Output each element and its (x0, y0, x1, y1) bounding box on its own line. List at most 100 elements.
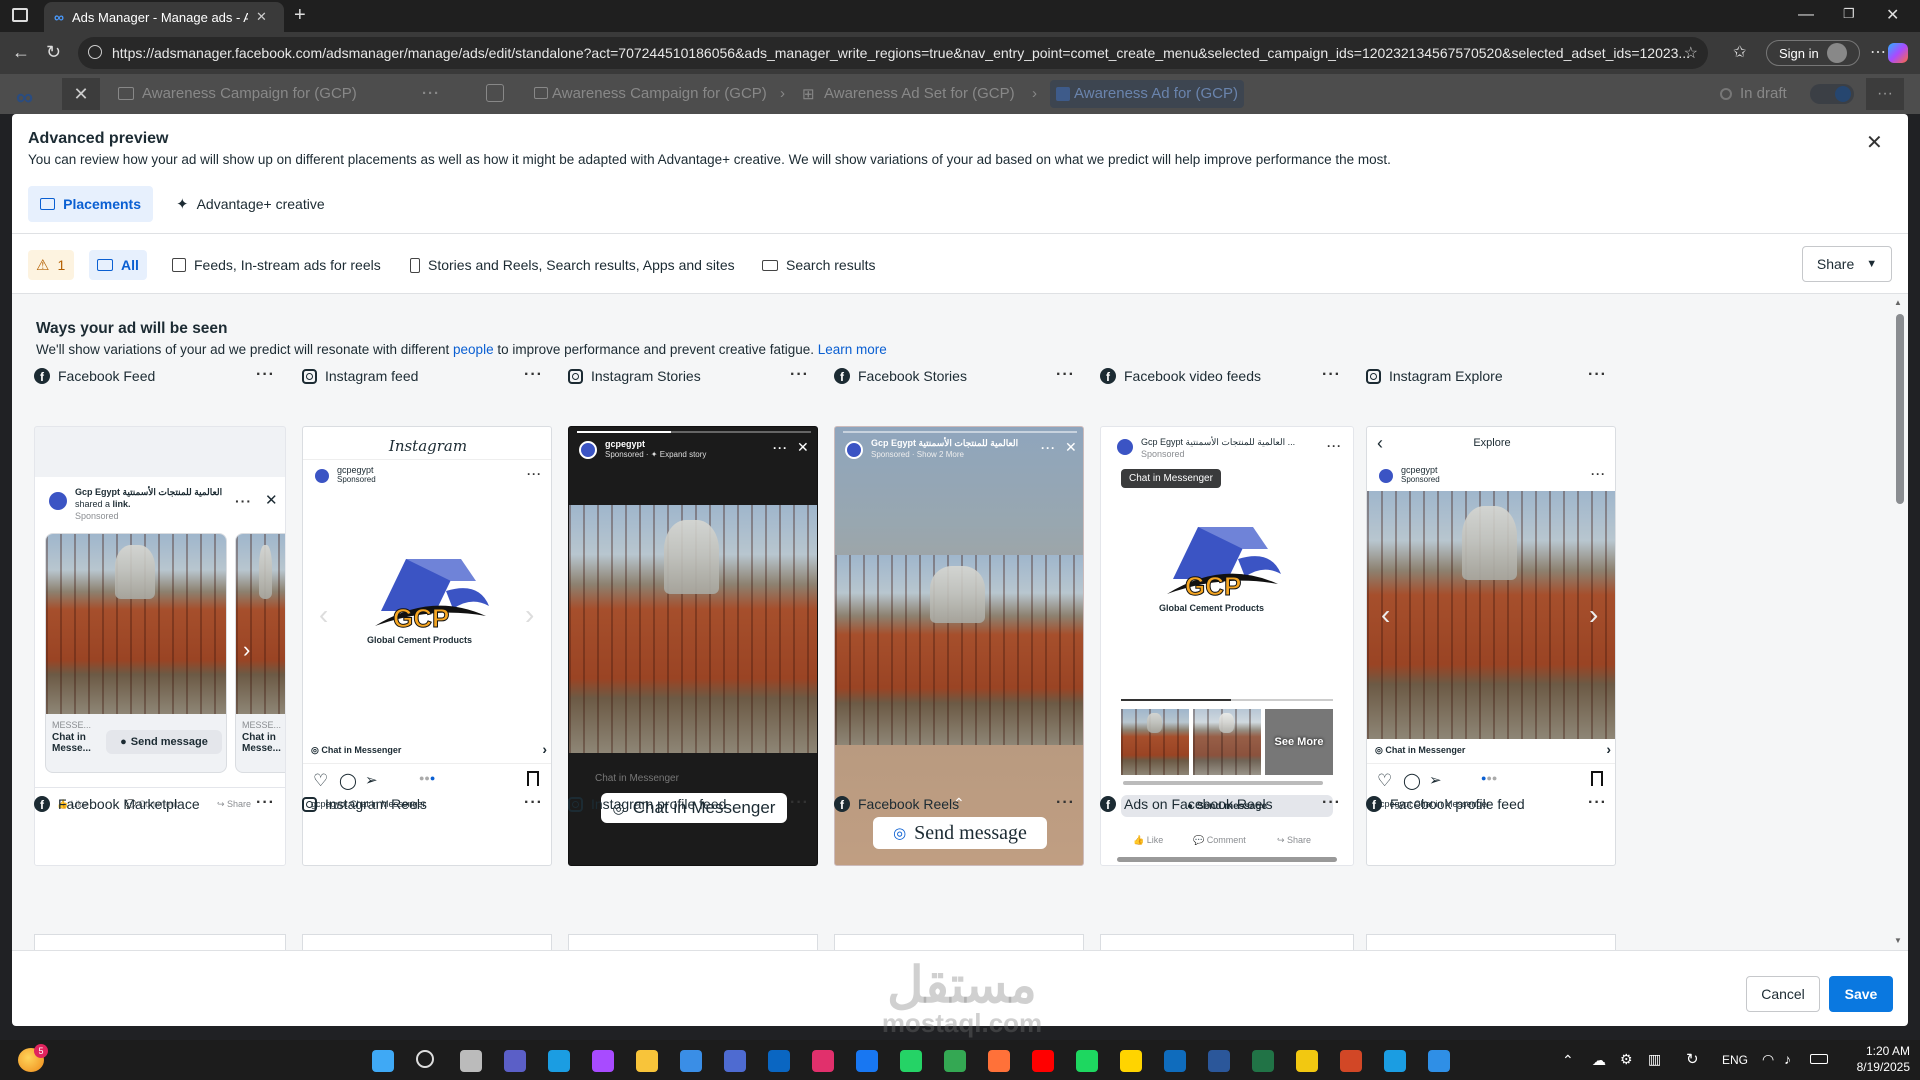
breadcrumb-ad[interactable]: Awareness Ad for (GCP) (1074, 85, 1238, 102)
close-window-icon[interactable]: ✕ (1886, 5, 1899, 25)
comment-icon[interactable]: ◯ (1403, 771, 1421, 791)
carousel-card-1[interactable]: MESSE... Chat in Messe... ● Send message (45, 533, 227, 773)
filter-all[interactable]: All (89, 250, 147, 280)
copilot-icon[interactable] (592, 1050, 614, 1072)
carousel-prev-icon[interactable]: ‹ (319, 599, 328, 631)
vertical-scrollbar-down-icon[interactable]: ▼ (1894, 936, 1902, 945)
excel-icon[interactable] (1252, 1050, 1274, 1072)
post-more-icon[interactable]: ··· (235, 493, 252, 509)
favorite-star-icon[interactable]: ☆ (1684, 43, 1698, 63)
carousel-next-icon[interactable]: › (1589, 599, 1598, 631)
send-message-button[interactable]: ◎ Send message (873, 817, 1047, 849)
battery-icon[interactable] (1810, 1054, 1828, 1064)
send-icon[interactable]: ➢ (365, 771, 378, 789)
tab-advantage-creative[interactable]: ✦ Advantage+ creative (164, 186, 337, 222)
cta-row[interactable]: ◎ Chat in Messenger › (311, 741, 547, 757)
store-icon[interactable] (680, 1050, 702, 1072)
like-heart-icon[interactable]: ♡ (1377, 771, 1392, 791)
site-info-icon[interactable] (88, 45, 102, 59)
sidebar-toggle-icon[interactable] (12, 8, 28, 22)
learn-more-link[interactable]: Learn more (818, 342, 887, 357)
bookmark-icon[interactable] (1591, 771, 1603, 786)
language-indicator[interactable]: ENG (1722, 1053, 1748, 1067)
facebook-app-icon[interactable] (856, 1050, 878, 1072)
paint-icon[interactable] (1428, 1050, 1450, 1072)
comment-icon[interactable]: ◯ (339, 771, 357, 791)
tab-close-icon[interactable]: ✕ (256, 9, 267, 25)
whatsapp-icon[interactable] (900, 1050, 922, 1072)
minimize-icon[interactable]: — (1798, 6, 1814, 24)
modal-close-icon[interactable]: ✕ (1866, 130, 1883, 155)
close-editor-button[interactable]: ✕ (62, 78, 100, 110)
sync-icon[interactable]: ↻ (1686, 1050, 1699, 1068)
card-top-facebook-profile-feed[interactable] (1366, 934, 1616, 950)
browser-tab-active[interactable]: ∞ Ads Manager - Manage ads - Ads ✕ (44, 2, 284, 32)
filter-stories-reels[interactable]: Stories and Reels, Search results, Apps … (402, 250, 743, 280)
share-action[interactable]: ↪ Share (1277, 835, 1311, 846)
toggle-switch[interactable] (1810, 84, 1854, 104)
placement-more-icon[interactable]: ··· (1056, 366, 1075, 384)
url-field[interactable]: https://adsmanager.facebook.com/adsmanag… (78, 37, 1708, 69)
send-message-button[interactable]: ● Send message (106, 730, 222, 754)
placement-more-icon[interactable]: ··· (524, 794, 543, 812)
like-heart-icon[interactable]: ♡ (313, 771, 328, 791)
people-link[interactable]: people (453, 342, 494, 357)
campaign-more-icon[interactable]: ··· (422, 85, 440, 102)
card-top-instagram-reels[interactable] (302, 934, 552, 950)
placement-more-icon[interactable]: ··· (1056, 794, 1075, 812)
favorites-icon[interactable]: ✩ (1733, 42, 1746, 62)
horizontal-scrollbar[interactable] (1117, 857, 1337, 862)
back-icon[interactable]: ← (12, 42, 30, 63)
cta-row[interactable]: ◎ Chat in Messenger › (1375, 741, 1611, 757)
placement-more-icon[interactable]: ··· (1588, 794, 1607, 812)
filter-search-results[interactable]: Search results (754, 250, 883, 280)
comment-action[interactable]: 💬 Comment (1193, 835, 1246, 846)
share-dropdown-button[interactable]: Share ▼ (1802, 246, 1892, 282)
story-more-icon[interactable]: ··· (773, 441, 788, 455)
word-icon[interactable] (1208, 1050, 1230, 1072)
sticky-notes-icon[interactable] (1120, 1050, 1142, 1072)
like-action[interactable]: 👍 Like (1133, 835, 1163, 846)
post-more-icon[interactable]: ··· (1591, 467, 1606, 481)
placement-more-icon[interactable]: ··· (790, 366, 809, 384)
placement-more-icon[interactable]: ··· (256, 794, 275, 812)
card-top-instagram-profile-feed[interactable] (568, 934, 818, 950)
instagram-app-icon[interactable] (812, 1050, 834, 1072)
send-icon[interactable]: ➢ (1429, 771, 1442, 789)
warning-badge[interactable]: ⚠ 1 (28, 250, 74, 280)
restore-icon[interactable]: ❐ (1843, 6, 1855, 22)
carousel-next-icon[interactable]: › (243, 637, 250, 663)
see-more-thumbnail[interactable]: See More (1265, 709, 1333, 775)
settings-icon[interactable]: ⚙ (1620, 1051, 1633, 1068)
powerpoint-icon[interactable] (1340, 1050, 1362, 1072)
onedrive-icon[interactable]: ☁ (1592, 1052, 1606, 1069)
search-icon[interactable] (416, 1050, 434, 1068)
breadcrumb-adset[interactable]: Awareness Ad Set for (GCP) (824, 85, 1015, 102)
clock-time[interactable]: 1:20 AM (1848, 1044, 1910, 1058)
save-button[interactable]: Save (1829, 976, 1893, 1012)
edge-icon[interactable] (548, 1050, 570, 1072)
cancel-button[interactable]: Cancel (1746, 976, 1820, 1012)
post-more-icon[interactable]: ··· (1327, 439, 1342, 453)
thumbnail-1[interactable] (1121, 709, 1189, 775)
story-close-icon[interactable]: ✕ (797, 439, 809, 456)
vertical-scrollbar-up-icon[interactable]: ▲ (1894, 298, 1902, 307)
campaign-tab-label[interactable]: Awareness Campaign for (GCP) (142, 85, 357, 102)
bookmark-icon[interactable] (527, 771, 539, 786)
mail-icon[interactable] (724, 1050, 746, 1072)
chrome-icon[interactable] (944, 1050, 966, 1072)
sign-in-button[interactable]: Sign in (1766, 40, 1860, 66)
placement-more-icon[interactable]: ··· (1322, 366, 1341, 384)
panel-toggle-icon[interactable] (486, 84, 504, 102)
post-more-icon[interactable]: ··· (527, 467, 542, 481)
story-close-icon[interactable]: ✕ (1065, 439, 1077, 456)
tab-placements[interactable]: Placements (28, 186, 153, 222)
filter-feeds[interactable]: Feeds, In-stream ads for reels (164, 250, 389, 280)
youtube-icon[interactable] (1032, 1050, 1054, 1072)
placement-more-icon[interactable]: ··· (524, 366, 543, 384)
chart-icon[interactable]: ▥ (1648, 1051, 1661, 1068)
outlook-icon[interactable] (1164, 1050, 1186, 1072)
firefox-icon[interactable] (988, 1050, 1010, 1072)
new-tab-icon[interactable]: + (294, 4, 306, 27)
card-top-ads-on-facebook-reels[interactable] (1100, 934, 1354, 950)
